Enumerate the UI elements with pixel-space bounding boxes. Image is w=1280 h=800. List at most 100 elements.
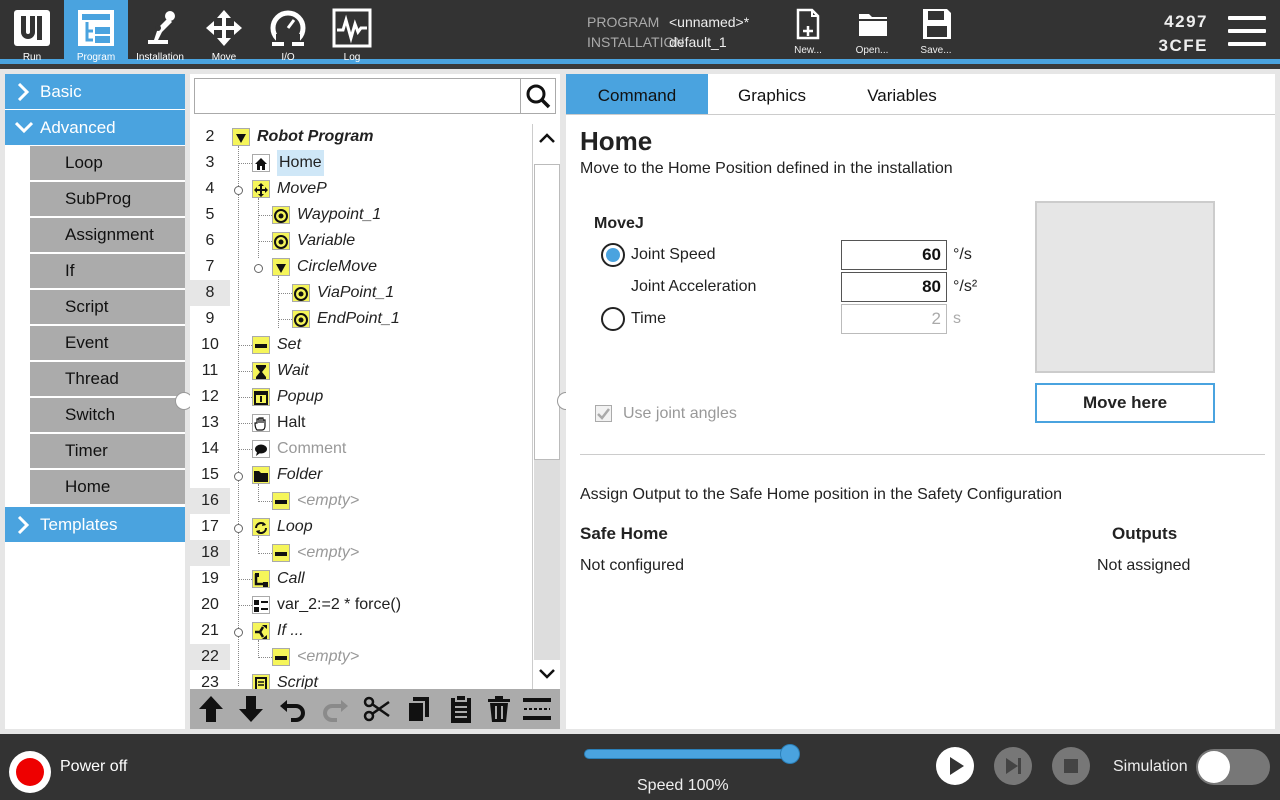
- line-number: 14: [201, 440, 219, 457]
- step-button[interactable]: [994, 747, 1032, 785]
- call-icon: [252, 570, 270, 588]
- triangle-down-icon: [272, 258, 290, 276]
- power-button[interactable]: [9, 751, 51, 793]
- palette-item-script[interactable]: Script: [30, 290, 185, 324]
- open-file-button[interactable]: Open...: [842, 0, 902, 64]
- palette-item-if[interactable]: If: [30, 254, 185, 288]
- tree-node-label: EndPoint_1: [317, 310, 400, 327]
- use-joint-angles-checkbox[interactable]: [595, 405, 612, 422]
- new-file-button[interactable]: New...: [778, 0, 838, 64]
- palette-item-thread[interactable]: Thread: [30, 362, 185, 396]
- search-icon: [526, 84, 551, 109]
- power-status-label[interactable]: Power off: [60, 758, 127, 776]
- copy-icon[interactable]: [403, 693, 435, 725]
- safe-home-value: Not configured: [580, 557, 685, 574]
- expander-icon[interactable]: [254, 264, 263, 273]
- scrollbar-thumb[interactable]: [534, 164, 560, 460]
- palette-item-assignment[interactable]: Assignment: [30, 218, 185, 252]
- line-number: 8: [190, 280, 230, 306]
- palette-item-switch[interactable]: Switch: [30, 398, 185, 432]
- tree-search: [194, 78, 556, 114]
- stop-button[interactable]: [1052, 747, 1090, 785]
- move-up-icon[interactable]: [195, 693, 227, 725]
- joint-speed-field[interactable]: 60: [841, 240, 947, 270]
- floppy-save-icon: [923, 9, 951, 39]
- suppress-icon[interactable]: [521, 693, 553, 725]
- folder-icon: [252, 466, 270, 484]
- safe-home-header: Safe Home: [580, 524, 668, 543]
- waypoint-icon: [292, 310, 310, 328]
- folder-open-icon: [859, 14, 887, 36]
- tree-node-label: <empty>: [297, 648, 360, 665]
- time-radio[interactable]: [601, 307, 625, 331]
- simulation-toggle[interactable]: [1196, 749, 1270, 785]
- speed-slider-track[interactable]: [584, 749, 790, 759]
- line-number: 12: [201, 388, 219, 405]
- time-field[interactable]: 2: [841, 304, 947, 334]
- tab-command[interactable]: Command: [566, 74, 708, 115]
- node-config-panel: Command Graphics Variables Home Move to …: [566, 74, 1275, 729]
- joint-speed-radio[interactable]: [601, 243, 625, 267]
- palette-item-event[interactable]: Event: [30, 326, 185, 360]
- cut-icon[interactable]: [361, 693, 393, 725]
- expander-icon[interactable]: [234, 524, 243, 533]
- joint-accel-unit: °/s²: [953, 278, 978, 295]
- move-here-button[interactable]: Move here: [1035, 383, 1215, 423]
- section-divider: [580, 454, 1265, 455]
- tree-search-input[interactable]: [195, 79, 520, 113]
- templates-section-header[interactable]: Templates: [5, 507, 185, 542]
- move-down-icon[interactable]: [235, 693, 267, 725]
- expander-icon[interactable]: [234, 186, 243, 195]
- line-number: 4: [205, 180, 215, 197]
- script-icon: [252, 674, 270, 689]
- top-bar: Run Program Installation Move I/O Log PR…: [0, 0, 1280, 64]
- nav-io-button[interactable]: I/O: [256, 0, 320, 64]
- program-tree-icon: [78, 10, 114, 46]
- paste-icon[interactable]: [445, 693, 477, 725]
- palette-item-loop[interactable]: Loop: [30, 146, 185, 180]
- redo-icon[interactable]: [319, 693, 351, 725]
- tab-graphics[interactable]: Graphics: [708, 74, 836, 115]
- basic-section-header[interactable]: Basic: [5, 74, 185, 109]
- save-file-button[interactable]: Save...: [906, 0, 966, 64]
- triangle-down-icon: [232, 128, 250, 146]
- nav-log-button[interactable]: Log: [320, 0, 384, 64]
- tab-variables[interactable]: Variables: [836, 74, 968, 115]
- advanced-section-header[interactable]: Advanced: [5, 110, 185, 145]
- nav-move-button[interactable]: Move: [192, 0, 256, 64]
- joint-accel-field[interactable]: 80: [841, 272, 947, 302]
- nav-installation-button[interactable]: Installation: [128, 0, 192, 64]
- hamburger-menu-icon[interactable]: [1228, 16, 1266, 48]
- palette-item-timer[interactable]: Timer: [30, 434, 185, 468]
- speed-slider-knob[interactable]: [780, 744, 800, 764]
- palette-item-home[interactable]: Home: [30, 470, 185, 504]
- tree-scrollbar[interactable]: [532, 124, 560, 689]
- nav-program-button[interactable]: Program: [64, 0, 128, 64]
- line-number: 15: [201, 466, 219, 483]
- undo-icon[interactable]: [277, 693, 309, 725]
- tree-node-label: Variable: [297, 232, 356, 249]
- speed-slider[interactable]: [584, 744, 802, 764]
- tree-node-label: Halt: [277, 414, 306, 431]
- scrollbar-track[interactable]: [534, 460, 560, 660]
- delete-trash-icon[interactable]: [483, 693, 515, 725]
- chevron-right-icon: [17, 516, 30, 534]
- play-button[interactable]: [936, 747, 974, 785]
- stop-icon: [1064, 759, 1078, 773]
- nav-run-button[interactable]: Run: [0, 0, 64, 64]
- new-file-label: New...: [794, 45, 822, 56]
- line-number: 22: [190, 644, 230, 670]
- step-forward-icon: [1006, 758, 1021, 774]
- templates-section-label: Templates: [40, 515, 118, 534]
- palette-item-subprog[interactable]: SubProg: [30, 182, 185, 216]
- expander-icon[interactable]: [234, 628, 243, 637]
- expander-icon[interactable]: [234, 472, 243, 481]
- line-number: 5: [205, 206, 215, 223]
- io-icon: [270, 10, 306, 46]
- tree-node-label: CircleMove: [297, 258, 378, 275]
- speed-label: Speed 100%: [637, 777, 729, 794]
- chevron-down-icon[interactable]: [537, 664, 557, 684]
- search-button[interactable]: [520, 79, 556, 113]
- chevron-up-icon[interactable]: [537, 128, 557, 148]
- program-tree: Robot Program Home MoveP Waypoint_1 Vari…: [230, 124, 530, 689]
